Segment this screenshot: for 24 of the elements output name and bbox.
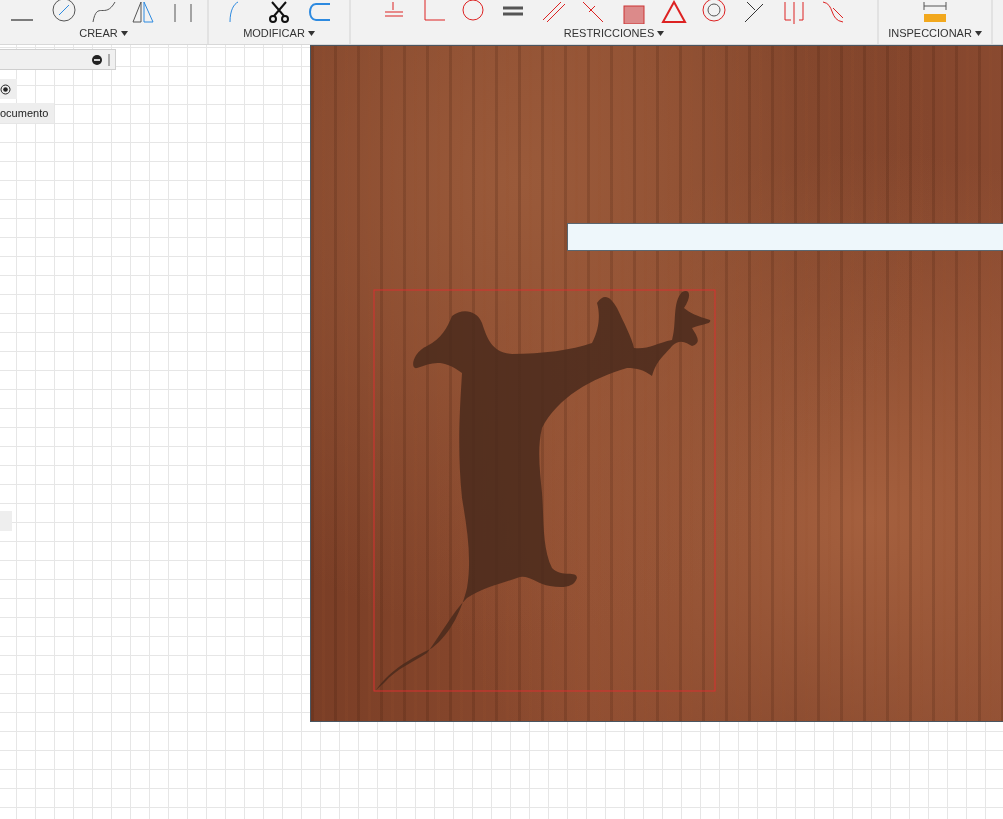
browser-row[interactable] <box>0 79 17 99</box>
caret-icon <box>974 30 982 36</box>
toolbar-group-menu[interactable]: INSPECCIONAR <box>886 27 984 39</box>
parallel-icon[interactable] <box>541 0 567 24</box>
concentric-icon[interactable] <box>701 0 727 24</box>
toolbar-group-menu[interactable]: RESTRICCIONES <box>561 27 667 39</box>
caret-icon <box>120 30 128 36</box>
grip-icon[interactable] <box>108 53 111 66</box>
spline-icon[interactable] <box>90 0 117 24</box>
symmetry-icon[interactable] <box>781 0 807 24</box>
radio-icon[interactable] <box>0 83 11 95</box>
minus-circle-icon[interactable] <box>92 54 102 65</box>
toolbar-group-menu[interactable]: MODIFICAR <box>241 27 317 39</box>
caret-icon <box>657 30 665 36</box>
mirror-icon[interactable] <box>130 0 157 24</box>
offset-icon[interactable] <box>306 0 332 24</box>
sketch-grid-canvas[interactable]: ocumento <box>0 45 1003 819</box>
caret-icon <box>307 30 315 36</box>
document-label: ocumento <box>0 107 49 119</box>
browser-row[interactable]: ocumento <box>0 103 54 123</box>
ruler-icon[interactable] <box>922 0 948 24</box>
scissors-icon[interactable] <box>266 0 292 24</box>
toolbar-group-menu[interactable]: CREAR <box>77 27 130 39</box>
triangle-icon[interactable] <box>661 0 687 24</box>
